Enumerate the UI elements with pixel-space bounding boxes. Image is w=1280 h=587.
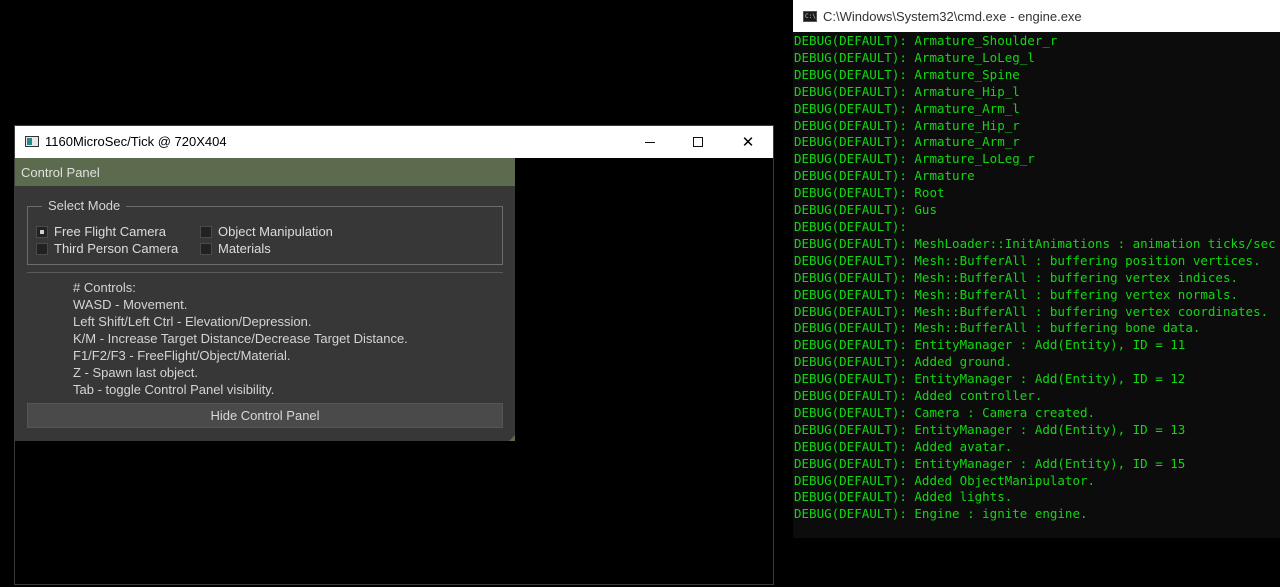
minimize-icon <box>645 141 655 143</box>
controls-help-text: # Controls: WASD - Movement. Left Shift/… <box>73 279 408 398</box>
object-manipulation-checkbox[interactable] <box>200 226 212 238</box>
console-line: DEBUG(DEFAULT): Engine : ignite engine. <box>794 506 1088 522</box>
console-line: DEBUG(DEFAULT): Added ground. <box>794 354 1013 370</box>
console-line: DEBUG(DEFAULT): Armature_Hip_r <box>794 117 1020 133</box>
engine-window[interactable]: 1160MicroSec/Tick @ 720X404 ✕ Control Pa… <box>14 125 774 585</box>
controls-line: # Controls: <box>73 280 136 295</box>
option-label: Object Manipulation <box>218 224 333 239</box>
console-line: DEBUG(DEFAULT): Mesh::BufferAll : buffer… <box>794 252 1261 268</box>
hide-control-panel-button[interactable]: Hide Control Panel <box>27 403 503 428</box>
free-flight-camera-checkbox[interactable] <box>36 226 48 238</box>
control-panel[interactable]: Control Panel Select Mode Free Flight Ca… <box>15 158 515 441</box>
cmd-icon: C:\ <box>803 11 817 22</box>
option-label: Third Person Camera <box>54 241 179 256</box>
console-line: DEBUG(DEFAULT): Added lights. <box>794 489 1013 505</box>
console-line: DEBUG(DEFAULT): Mesh::BufferAll : buffer… <box>794 269 1239 285</box>
controls-line: K/M - Increase Target Distance/Decrease … <box>73 331 408 346</box>
option-materials[interactable]: Materials <box>200 241 271 256</box>
console-output[interactable]: DEBUG(DEFAULT): Armature_Shoulder_r DEBUG… <box>794 33 1280 523</box>
option-label: Materials <box>218 241 271 256</box>
console-line: DEBUG(DEFAULT): Armature <box>794 168 975 184</box>
maximize-icon <box>693 137 703 147</box>
controls-line: F1/F2/F3 - FreeFlight/Object/Material. <box>73 348 291 363</box>
console-line: DEBUG(DEFAULT): EntityManager : Add(Enti… <box>794 421 1186 437</box>
console-line: DEBUG(DEFAULT): Camera : Camera created. <box>794 404 1096 420</box>
console-line: DEBUG(DEFAULT): Armature_LoLeg_r <box>794 151 1035 167</box>
controls-line: Z - Spawn last object. <box>73 365 198 380</box>
select-mode-legend: Select Mode <box>42 198 127 213</box>
console-line: DEBUG(DEFAULT): Gus <box>794 202 937 218</box>
console-line: DEBUG(DEFAULT): Armature_Arm_l <box>794 100 1020 116</box>
option-free-flight-camera[interactable]: Free Flight Camera <box>36 224 166 239</box>
close-icon: ✕ <box>741 133 755 151</box>
console-line: DEBUG(DEFAULT): Added avatar. <box>794 438 1013 454</box>
minimize-button[interactable] <box>627 126 673 158</box>
close-button[interactable]: ✕ <box>725 126 771 158</box>
option-object-manipulation[interactable]: Object Manipulation <box>200 224 333 239</box>
resize-grip[interactable] <box>509 435 515 441</box>
console-line: DEBUG(DEFAULT): EntityManager : Add(Enti… <box>794 455 1186 471</box>
controls-line: Tab - toggle Control Panel visibility. <box>73 382 275 397</box>
console-line: DEBUG(DEFAULT): Added controller. <box>794 388 1043 404</box>
console-line: DEBUG(DEFAULT): Armature_Arm_r <box>794 134 1020 150</box>
panel-divider <box>27 272 503 273</box>
console-line: DEBUG(DEFAULT): Armature_Shoulder_r <box>794 33 1058 48</box>
console-line: DEBUG(DEFAULT): <box>794 218 907 234</box>
console-line: DEBUG(DEFAULT): Armature_LoLeg_l <box>794 49 1035 65</box>
console-line: DEBUG(DEFAULT): Mesh::BufferAll : buffer… <box>794 303 1269 319</box>
third-person-camera-checkbox[interactable] <box>36 243 48 255</box>
controls-line: Left Shift/Left Ctrl - Elevation/Depress… <box>73 314 312 329</box>
control-panel-header[interactable]: Control Panel <box>15 158 515 186</box>
maximize-button[interactable] <box>675 126 721 158</box>
console-line: DEBUG(DEFAULT): Added ObjectManipulator. <box>794 472 1096 488</box>
console-line: DEBUG(DEFAULT): MeshLoader::InitAnimatio… <box>794 235 1276 251</box>
select-mode-group: Select Mode Free Flight Camera Object Ma… <box>27 198 503 265</box>
app-window-icon <box>25 136 39 147</box>
engine-window-title: 1160MicroSec/Tick @ 720X404 <box>45 134 227 149</box>
cmd-titlebar[interactable]: C:\ C:\Windows\System32\cmd.exe - engine… <box>793 0 1280 32</box>
engine-titlebar[interactable]: 1160MicroSec/Tick @ 720X404 ✕ <box>15 126 773 158</box>
option-third-person-camera[interactable]: Third Person Camera <box>36 241 178 256</box>
controls-line: WASD - Movement. <box>73 297 188 312</box>
console-line: DEBUG(DEFAULT): EntityManager : Add(Enti… <box>794 337 1186 353</box>
console-line: DEBUG(DEFAULT): Armature_Hip_l <box>794 83 1020 99</box>
cmd-window-title: C:\Windows\System32\cmd.exe - engine.exe <box>823 9 1082 24</box>
cmd-window[interactable]: C:\ C:\Windows\System32\cmd.exe - engine… <box>793 0 1280 538</box>
console-line: DEBUG(DEFAULT): EntityManager : Add(Enti… <box>794 371 1186 387</box>
control-panel-title: Control Panel <box>21 165 100 180</box>
console-line: DEBUG(DEFAULT): Root <box>794 185 945 201</box>
materials-checkbox[interactable] <box>200 243 212 255</box>
console-line: DEBUG(DEFAULT): Mesh::BufferAll : buffer… <box>794 286 1239 302</box>
option-label: Free Flight Camera <box>54 224 166 239</box>
console-line: DEBUG(DEFAULT): Armature_Spine <box>794 66 1020 82</box>
console-line: DEBUG(DEFAULT): Mesh::BufferAll : buffer… <box>794 320 1201 336</box>
